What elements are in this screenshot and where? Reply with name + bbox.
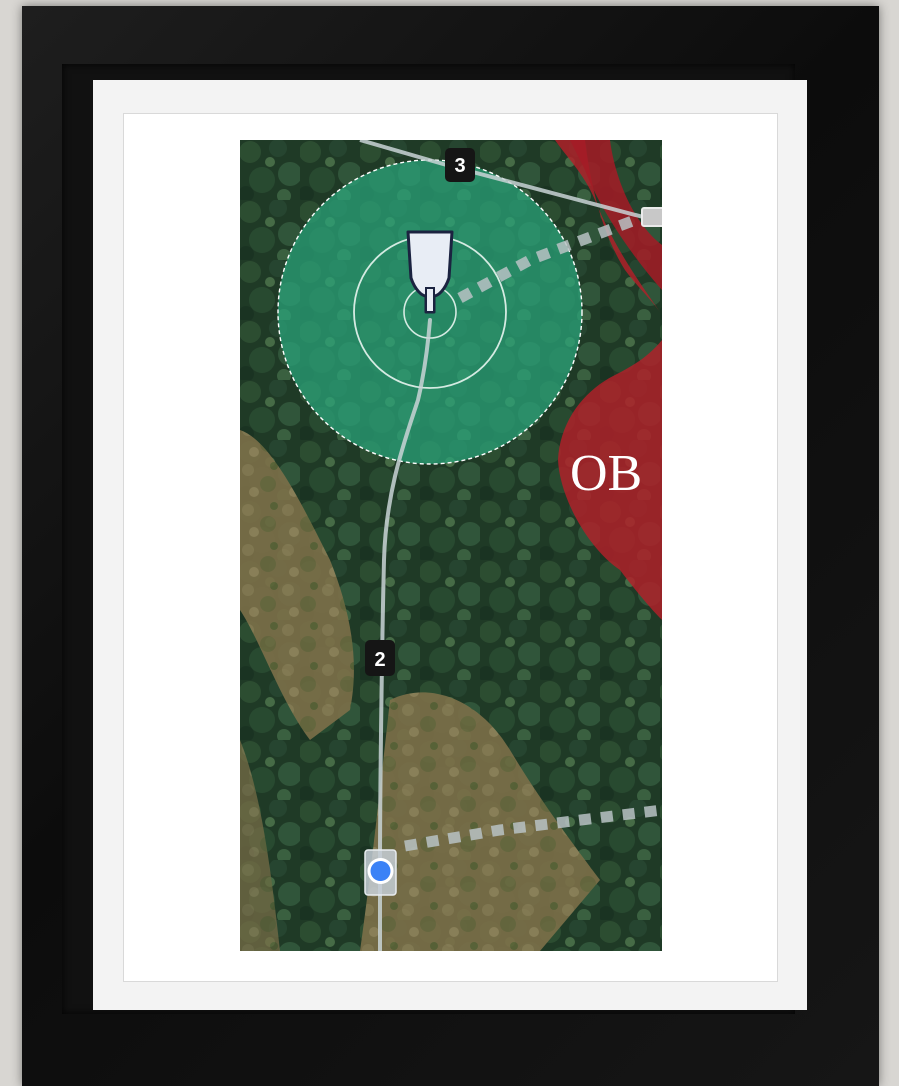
waypoint-badge-2-label: 2 [374, 649, 385, 671]
waypoint-badge-2[interactable]: 2 [365, 640, 395, 676]
user-location-icon[interactable] [364, 849, 397, 896]
waypoint-badge-3-label: 3 [454, 155, 465, 177]
map-canvas[interactable]: OB 3 2 [240, 140, 662, 951]
waypoint-badge-3[interactable]: 3 [445, 148, 475, 182]
next-tee-marker[interactable] [641, 207, 662, 227]
hole-map[interactable]: OB 3 2 [240, 140, 662, 951]
ob-label: OB [570, 445, 642, 502]
